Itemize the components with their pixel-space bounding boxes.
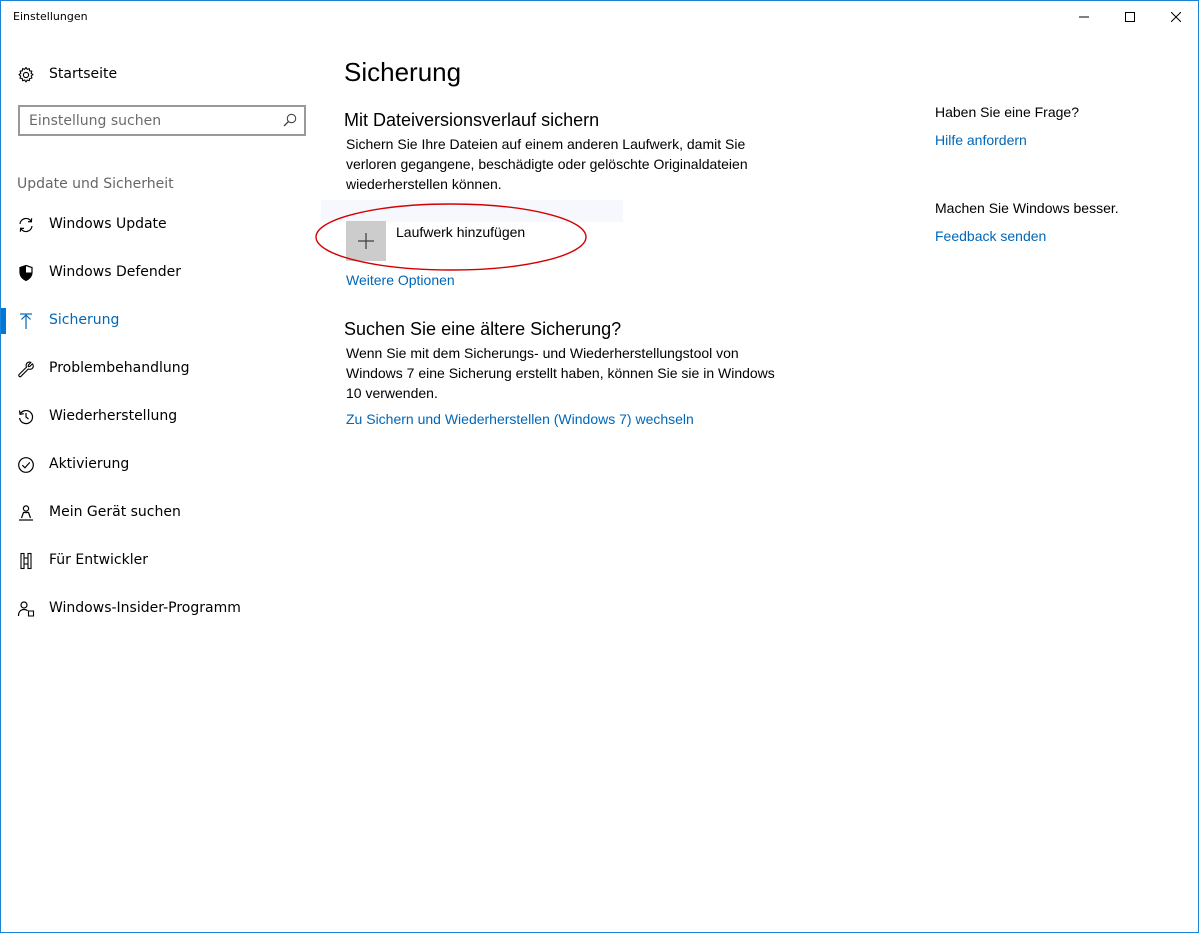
minimize-icon [1079,16,1089,18]
search-icon[interactable] [283,113,297,127]
sidebar-item-mein-geraet-suchen[interactable]: Mein Gerät suchen [1,493,321,533]
close-icon [1171,12,1181,22]
minimize-button[interactable] [1061,1,1107,33]
red-annotation-ellipse [315,203,587,271]
sidebar-item-label: Problembehandlung [49,360,190,376]
improve-heading: Machen Sie Windows besser. [935,200,1119,216]
windows7-backup-link[interactable]: Zu Sichern und Wiederherstellen (Windows… [346,411,694,427]
sidebar-item-aktivierung[interactable]: Aktivierung [1,445,321,485]
sidebar-item-label: Sicherung [49,312,120,328]
refresh-icon [19,217,33,233]
nav-group-label: Update und Sicherheit [17,176,174,192]
sidebar-item-wiederherstellung[interactable]: Wiederherstellung [1,397,321,437]
help-link[interactable]: Hilfe anfordern [935,132,1027,148]
sidebar-item-label: Wiederherstellung [49,408,178,424]
maximize-icon [1125,12,1135,22]
shield-icon [19,264,33,282]
sidebar-item-windows-defender[interactable]: Windows Defender [1,253,321,293]
page-title: Sicherung [344,57,462,87]
nav-home-label: Startseite [49,66,118,82]
close-button[interactable] [1153,1,1199,33]
sidebar-item-label: Windows Defender [49,264,182,280]
feedback-link[interactable]: Feedback senden [935,228,1046,244]
filehistory-description: Sichern Sie Ihre Dateien auf einem ander… [346,136,748,192]
insider-person-icon [17,601,35,617]
more-options-link[interactable]: Weitere Optionen [346,272,455,288]
settings-window: Einstellungen Startseite Update und Sich… [0,0,1199,933]
sidebar-item-fuer-entwickler[interactable]: Für Entwickler [1,541,321,581]
sidebar-item-windows-update[interactable]: Windows Update [1,205,321,245]
sidebar-item-label: Für Entwickler [49,552,148,568]
sidebar-item-label: Windows-Insider-Programm [49,600,241,616]
sidebar-item-label: Mein Gerät suchen [49,504,181,520]
maximize-button[interactable] [1107,1,1153,33]
wrench-icon [18,361,34,378]
sidebar-item-windows-insider[interactable]: Windows-Insider-Programm [1,589,321,629]
gear-icon [18,66,34,83]
sidebar-item-label: Aktivierung [49,456,130,472]
sidebar-item-sicherung[interactable]: Sicherung [1,301,321,341]
window-title: Einstellungen [13,10,88,23]
sidebar-item-problembehandlung[interactable]: Problembehandlung [1,349,321,389]
person-location-icon [19,505,33,521]
arrow-up-icon [20,313,32,329]
nav-home[interactable]: Startseite [1,57,321,91]
sidebar-item-label: Windows Update [49,216,167,232]
settings-search-box[interactable] [18,105,306,136]
older-backup-description: Wenn Sie mit dem Sicherungs- und Wiederh… [346,345,775,401]
filehistory-heading: Mit Dateiversionsverlauf sichern [344,110,600,130]
question-heading: Haben Sie eine Frage? [935,104,1079,120]
title-bar[interactable]: Einstellungen [1,1,1198,33]
older-backup-heading: Suchen Sie eine ältere Sicherung? [344,319,622,339]
search-input[interactable] [20,107,270,134]
history-icon [18,410,34,425]
developer-tools-icon [20,552,32,570]
active-indicator [1,308,6,334]
checkmark-circle-icon [18,457,34,473]
